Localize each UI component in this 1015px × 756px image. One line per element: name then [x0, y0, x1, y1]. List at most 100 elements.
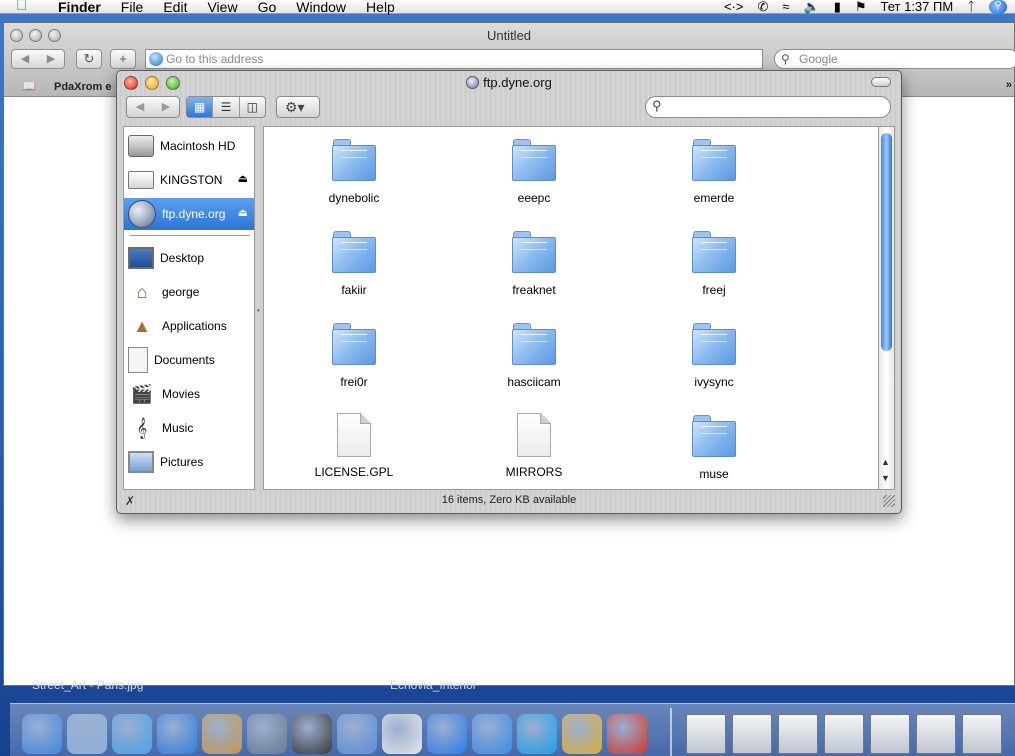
sidebar-splitter[interactable]: •	[256, 126, 263, 490]
menu-view[interactable]: View	[197, 0, 247, 14]
pictures-icon	[128, 451, 154, 473]
imovie-icon[interactable]	[292, 714, 332, 754]
ical-icon[interactable]	[382, 714, 422, 754]
eject-icon[interactable]: ⏏	[238, 206, 248, 219]
scroll-up-arrow-icon[interactable]: ▲	[881, 457, 890, 467]
finder-search-field[interactable]: ⚲	[645, 96, 891, 118]
window-thumb-icon[interactable]	[962, 714, 1002, 754]
list-view-icon[interactable]: ☰	[213, 97, 240, 117]
safari-icon[interactable]	[112, 714, 152, 754]
bookmark-item[interactable]: PdaXrom e	[54, 81, 111, 93]
sidebar-item-ftp-dyne-org[interactable]: ftp.dyne.org ⏏	[124, 198, 254, 230]
sidebar-item-desktop[interactable]: Desktop	[124, 242, 254, 274]
folder-item[interactable]: freej	[639, 229, 789, 297]
spotlight-icon[interactable]: ⚲	[989, 0, 1007, 14]
menu-clock[interactable]: Тет 1:37 ПМ	[881, 0, 954, 13]
sidebar-item-george[interactable]: ⌂ george	[124, 276, 254, 308]
dvd-player-icon[interactable]	[337, 714, 377, 754]
bookmarks-overflow-icon[interactable]: »	[1006, 79, 1012, 91]
menu-window[interactable]: Window	[286, 0, 356, 14]
scroll-down-arrow-icon[interactable]: ▼	[881, 473, 890, 483]
battery-icon[interactable]: ▮	[834, 0, 841, 13]
finder-search-input[interactable]	[668, 99, 878, 115]
pomegranate-icon[interactable]	[607, 714, 647, 754]
desktop-file-label[interactable]: Echovia_Interior	[390, 678, 477, 692]
folder-item[interactable]: freaknet	[459, 229, 609, 297]
sidebar-item-label: Desktop	[160, 251, 205, 265]
menu-app-name[interactable]: Finder	[48, 0, 111, 14]
iz-icon[interactable]	[472, 714, 512, 754]
eject-icon[interactable]: ⏏	[238, 172, 248, 185]
file-item[interactable]: LICENSE.GPL	[279, 413, 429, 479]
window-thumb-icon[interactable]	[778, 714, 818, 754]
scrollbar-thumb[interactable]	[881, 133, 892, 351]
folder-item[interactable]: fakiir	[279, 229, 429, 297]
menu-help[interactable]: Help	[356, 0, 405, 14]
dock-separator	[670, 708, 672, 756]
toolbar-toggle-button[interactable]	[871, 77, 891, 87]
resize-grip-icon[interactable]	[883, 495, 895, 507]
action-menu-button[interactable]: ⚙▾	[276, 96, 320, 118]
back-arrow-icon[interactable]: ◀	[12, 50, 38, 68]
menu-go[interactable]: Go	[248, 0, 287, 14]
finder-content: dynebolic eeepc emerde fakiir freaknet f…	[263, 126, 879, 490]
window-thumb-icon[interactable]	[870, 714, 910, 754]
sidebar-item-macintosh-hd[interactable]: Macintosh HD	[124, 130, 254, 162]
item-label: freaknet	[512, 283, 556, 297]
network-globe-icon	[128, 200, 156, 228]
reload-button[interactable]: ↻	[76, 49, 102, 69]
iphoto-icon[interactable]	[247, 714, 287, 754]
documents-icon	[128, 347, 148, 373]
bluetooth-icon[interactable]: ᛏ	[967, 0, 975, 13]
phone-icon[interactable]: ✆	[757, 0, 768, 13]
folder-icon	[511, 229, 557, 275]
column-view-icon[interactable]: ◫	[240, 97, 265, 117]
finder-icon[interactable]	[22, 714, 62, 754]
icon-view-icon[interactable]: ▦	[187, 97, 214, 117]
window-thumb-icon[interactable]	[686, 714, 726, 754]
browser-search-field[interactable]: ⚲ Google	[774, 49, 1015, 69]
quicktime-icon[interactable]	[427, 714, 467, 754]
arch-icon[interactable]	[562, 714, 602, 754]
sidebar-item-label: KINGSTON	[160, 173, 223, 187]
sidebar-item-kingston[interactable]: KINGSTON ⏏	[124, 164, 254, 196]
address-field[interactable]: Go to this address	[145, 49, 763, 69]
folder-item[interactable]: muse	[639, 413, 789, 481]
folder-item[interactable]: frei0r	[279, 321, 429, 389]
menu-file[interactable]: File	[111, 0, 154, 14]
folder-item[interactable]: eeepc	[459, 137, 609, 205]
add-bookmark-button[interactable]: +	[110, 49, 136, 69]
forward-arrow-icon[interactable]: ▶	[153, 97, 179, 117]
folder-item[interactable]: dynebolic	[279, 137, 429, 205]
mail-icon[interactable]	[67, 714, 107, 754]
file-item[interactable]: MIRRORS	[459, 413, 609, 479]
folder-item[interactable]: ivysync	[639, 321, 789, 389]
sidebar-item-documents[interactable]: Documents	[124, 344, 254, 376]
window-thumb-icon[interactable]	[732, 714, 772, 754]
wifi-icon[interactable]: ≈	[782, 0, 789, 13]
sidebar-item-movies[interactable]: 🎬 Movies	[124, 378, 254, 410]
home-icon: ⌂	[136, 281, 148, 302]
vertical-scrollbar[interactable]: ▲ ▼	[879, 126, 895, 490]
folder-item[interactable]: emerde	[639, 137, 789, 205]
menu-edit[interactable]: Edit	[153, 0, 197, 14]
flag-icon[interactable]: ⚑	[855, 0, 867, 13]
address-book-icon[interactable]	[202, 714, 242, 754]
desktop-file-label[interactable]: Street_Art - Paris.jpg	[32, 678, 143, 692]
wrench-icon: ✗	[125, 494, 136, 508]
window-thumb-icon[interactable]	[824, 714, 864, 754]
window-thumb-icon[interactable]	[916, 714, 956, 754]
skype-icon[interactable]	[517, 714, 557, 754]
sidebar-item-pictures[interactable]: Pictures	[124, 446, 254, 478]
ichat-icon[interactable]	[157, 714, 197, 754]
script-menu-icon[interactable]: <·>	[724, 0, 744, 13]
volume-icon[interactable]: 🔈	[804, 0, 820, 13]
book-icon[interactable]: 📖	[22, 80, 36, 93]
back-arrow-icon[interactable]: ◀	[127, 97, 153, 117]
folder-item[interactable]: hasciicam	[459, 321, 609, 389]
apple-menu-icon[interactable]: 	[16, 0, 34, 14]
sidebar-item-music[interactable]: 𝄞 Music	[124, 412, 254, 444]
desktop-icon	[128, 247, 154, 269]
forward-arrow-icon[interactable]: ▶	[38, 50, 64, 68]
sidebar-item-applications[interactable]: ▲ Applications	[124, 310, 254, 342]
